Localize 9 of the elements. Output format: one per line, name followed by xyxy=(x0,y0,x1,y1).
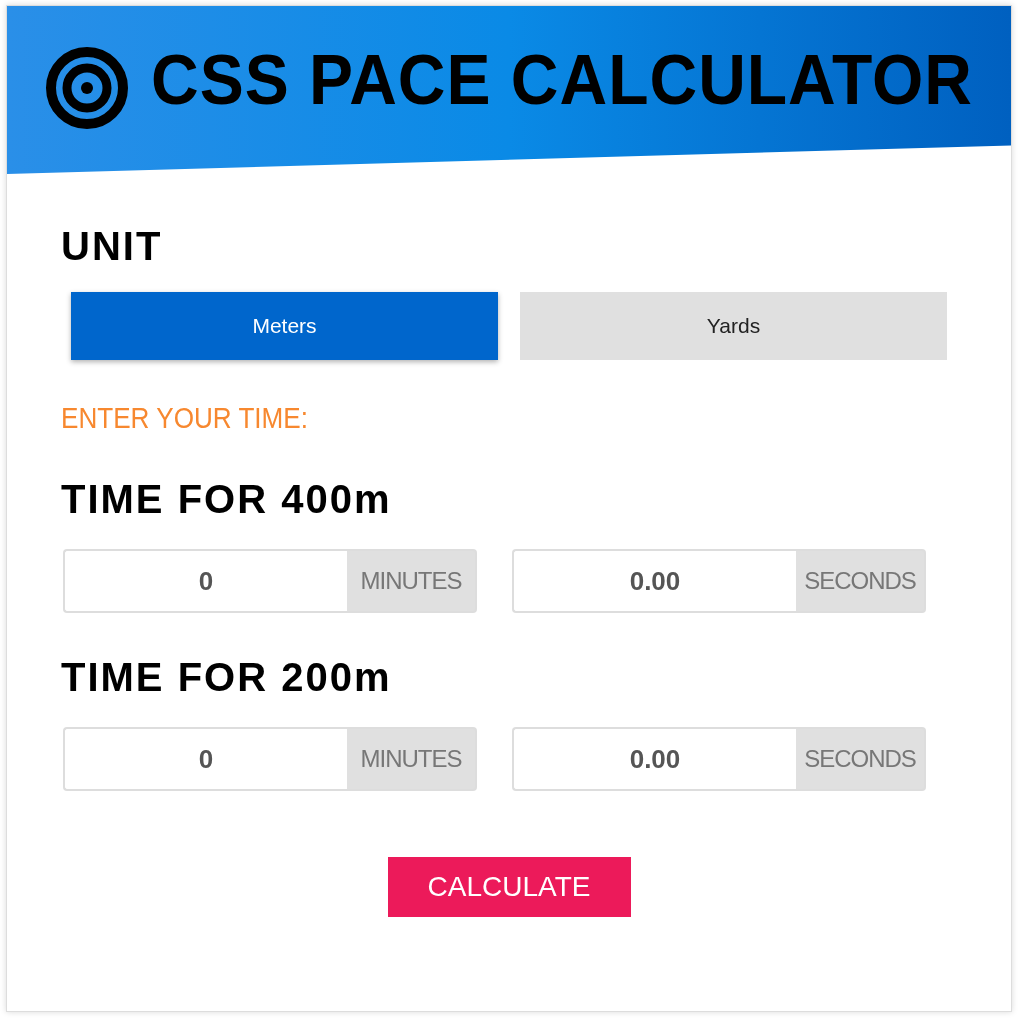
section-heading: TIME FOR 400m xyxy=(61,479,393,519)
unit-heading: UNIT xyxy=(61,226,164,266)
unit-option[interactable]: Meters xyxy=(71,292,498,360)
section-heading: TIME FOR 200m xyxy=(61,657,393,697)
calculate-button[interactable]: CALCULATE xyxy=(387,857,631,917)
prompt-label: ENTER YOUR TIME: xyxy=(61,404,308,433)
page-title: CSS PACE CALCULATOR xyxy=(151,43,973,115)
unit-option[interactable]: Yards xyxy=(520,292,947,360)
target-icon xyxy=(45,46,129,130)
